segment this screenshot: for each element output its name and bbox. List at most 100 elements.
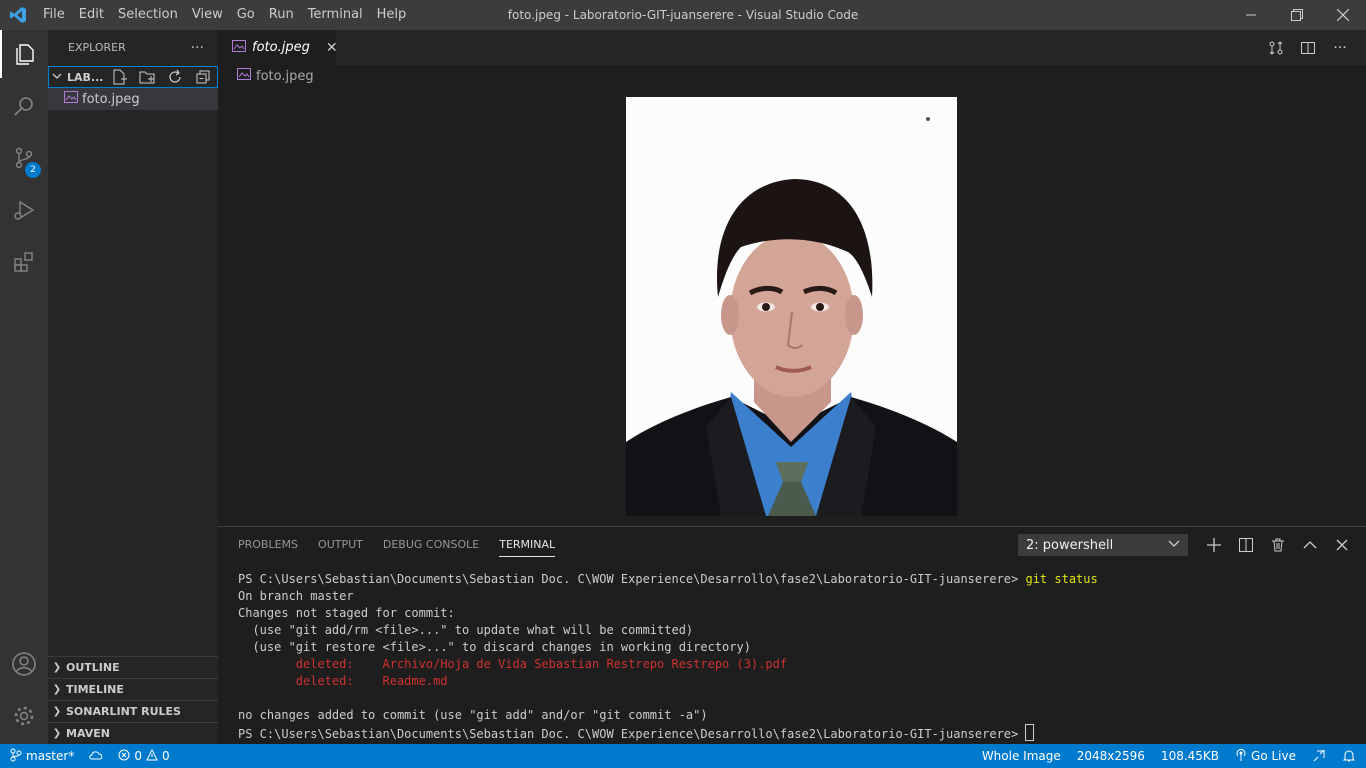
menu-file[interactable]: File — [36, 0, 72, 30]
file-item-foto[interactable]: foto.jpeg — [48, 88, 218, 110]
extensions-icon[interactable] — [0, 238, 48, 286]
terminal-deleted-line: deleted: Readme.md — [238, 674, 448, 688]
cloud-sync-icon — [88, 749, 104, 764]
problems-indicator[interactable]: 0 0 — [118, 748, 170, 764]
branch-indicator[interactable]: master* — [10, 748, 74, 765]
tab-problems[interactable]: PROBLEMS — [238, 527, 298, 563]
maximize-panel-icon[interactable] — [1294, 527, 1326, 563]
folder-name: LAB... — [67, 70, 104, 84]
go-live-button[interactable]: Go Live — [1235, 748, 1296, 765]
image-file-icon — [232, 39, 246, 56]
new-folder-icon[interactable] — [133, 67, 161, 87]
minimize-button[interactable] — [1228, 0, 1274, 30]
more-actions-icon[interactable]: ··· — [1324, 30, 1356, 65]
chevron-right-icon: ❯ — [52, 728, 62, 739]
close-window-button[interactable] — [1320, 0, 1366, 30]
terminal-command: git status — [1025, 572, 1098, 586]
account-icon[interactable] — [0, 640, 48, 688]
sync-button[interactable] — [88, 749, 104, 764]
sonarlint-rules-section[interactable]: ❯ SONARLINT RULES — [48, 700, 218, 722]
image-file-icon — [237, 68, 251, 84]
error-icon — [118, 749, 130, 764]
tab-terminal[interactable]: TERMINAL — [499, 527, 555, 563]
menu-terminal[interactable]: Terminal — [301, 0, 370, 30]
portrait-photo — [626, 97, 957, 516]
go-live-label: Go Live — [1251, 749, 1296, 763]
branch-name: master* — [26, 749, 75, 763]
image-size: 108.45KB — [1160, 749, 1220, 763]
broadcast-icon — [1235, 748, 1247, 765]
title-bar: File Edit Selection View Go Run Terminal… — [0, 0, 1366, 30]
menu-bar: File Edit Selection View Go Run Terminal… — [36, 0, 413, 30]
terminal-cursor — [1025, 724, 1035, 741]
tab-output[interactable]: OUTPUT — [318, 527, 363, 563]
new-terminal-icon[interactable] — [1198, 527, 1230, 563]
split-terminal-icon[interactable] — [1230, 527, 1262, 563]
more-actions-icon[interactable]: ··· — [191, 40, 204, 56]
breadcrumb: foto.jpeg — [218, 65, 1366, 87]
explorer-icon[interactable] — [0, 30, 48, 78]
refresh-icon[interactable] — [161, 67, 189, 87]
chevron-right-icon: ❯ — [52, 684, 62, 695]
menu-view[interactable]: View — [185, 0, 230, 30]
file-name: foto.jpeg — [82, 91, 140, 107]
tab-label: foto.jpeg — [252, 40, 310, 55]
menu-run[interactable]: Run — [262, 0, 301, 30]
warning-count: 0 — [161, 749, 170, 763]
timeline-section[interactable]: ❯ TIMELINE — [48, 678, 218, 700]
collapse-all-icon[interactable] — [189, 67, 217, 87]
breadcrumb-file[interactable]: foto.jpeg — [256, 69, 314, 84]
explorer-sidebar: EXPLORER ··· LAB... foto.jpeg ❯ OUTLINE ❯… — [48, 30, 218, 744]
terminal-prompt: PS C:\Users\Sebastian\Documents\Sebastia… — [238, 727, 1026, 741]
vscode-logo-icon — [0, 0, 36, 30]
notifications-bell-icon[interactable] — [1342, 749, 1356, 763]
terminal-deleted-line: deleted: Archivo/Hoja de Vida Sebastian … — [238, 657, 788, 671]
bottom-panel: PROBLEMS OUTPUT DEBUG CONSOLE TERMINAL 2… — [218, 526, 1366, 745]
terminal-line: (use "git add/rm <file>..." to update wh… — [238, 623, 694, 637]
error-count: 0 — [134, 749, 142, 763]
new-file-icon[interactable] — [105, 67, 133, 87]
chevron-down-icon — [1168, 538, 1180, 553]
warning-icon — [146, 748, 158, 764]
open-changes-icon[interactable] — [1260, 30, 1292, 65]
outline-section[interactable]: ❯ OUTLINE — [48, 656, 218, 678]
source-control-icon[interactable]: 2 — [0, 134, 48, 182]
search-icon[interactable] — [0, 82, 48, 130]
image-dimensions: 2048x2596 — [1076, 749, 1145, 763]
feedback-icon[interactable] — [1312, 749, 1326, 763]
tab-foto[interactable]: foto.jpeg ✕ — [218, 30, 338, 65]
terminal-prompt: PS C:\Users\Sebastian\Documents\Sebastia… — [238, 572, 1026, 586]
terminal-select[interactable]: 2: powershell — [1018, 534, 1188, 556]
terminal-select-value: 2: powershell — [1026, 537, 1114, 553]
status-bar: master* 0 0 Whole Image 2048x2596 108.45… — [0, 744, 1366, 768]
maven-section[interactable]: ❯ MAVEN — [48, 722, 218, 744]
chevron-down-icon — [49, 70, 65, 85]
chevron-right-icon: ❯ — [52, 662, 62, 673]
git-branch-icon — [10, 748, 22, 765]
trash-icon[interactable] — [1262, 527, 1294, 563]
activity-bar: 2 — [0, 30, 48, 744]
close-tab-icon[interactable]: ✕ — [326, 40, 338, 56]
tab-debug-console[interactable]: DEBUG CONSOLE — [383, 527, 479, 563]
settings-gear-icon[interactable] — [0, 692, 48, 740]
window-controls — [1228, 0, 1366, 30]
terminal-line: no changes added to commit (use "git add… — [238, 708, 708, 722]
close-panel-icon[interactable] — [1326, 527, 1358, 563]
scm-badge: 2 — [25, 162, 41, 178]
menu-edit[interactable]: Edit — [72, 0, 111, 30]
menu-help[interactable]: Help — [370, 0, 414, 30]
menu-go[interactable]: Go — [230, 0, 262, 30]
restore-button[interactable] — [1274, 0, 1320, 30]
workspace-folder[interactable]: LAB... — [48, 66, 218, 88]
terminal-line: (use "git restore <file>..." to discard … — [238, 640, 751, 654]
editor-tabs: foto.jpeg ✕ ··· — [218, 30, 1366, 65]
terminal-line: On branch master — [238, 589, 354, 603]
image-preview-area — [218, 87, 1366, 526]
terminal-output[interactable]: PS C:\Users\Sebastian\Documents\Sebastia… — [238, 571, 1098, 743]
terminal-line: Changes not staged for commit: — [238, 606, 455, 620]
sidebar-title: EXPLORER — [68, 41, 126, 54]
run-debug-icon[interactable] — [0, 186, 48, 234]
menu-selection[interactable]: Selection — [111, 0, 185, 30]
image-zoom-mode[interactable]: Whole Image — [982, 749, 1061, 763]
split-editor-icon[interactable] — [1292, 30, 1324, 65]
